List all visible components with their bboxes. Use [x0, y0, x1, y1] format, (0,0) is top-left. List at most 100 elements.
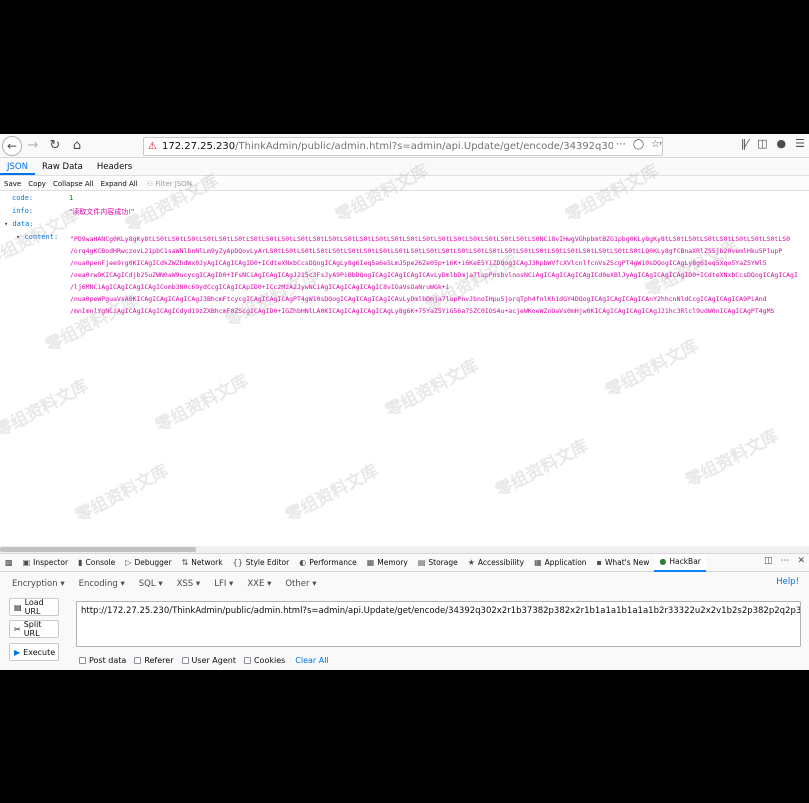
content-line: /lj6MNCiAgICAgICAgICAgIComb3N0c69ydCcgIC…: [70, 283, 450, 291]
storage-icon: ▤: [417, 558, 426, 567]
tab-whats-new[interactable]: ▪ What's New: [592, 554, 655, 572]
json-tree: code: 1 info: "读取文件内容成功!" ▾ data: ▾ cont…: [0, 192, 809, 542]
content-line: "PD9waHANCg0KLy8gKy8tLS0tLS0tLS0tLS0tLS0…: [70, 235, 791, 243]
tab-json[interactable]: JSON: [0, 159, 35, 175]
json-toolbar: Save Copy Collapse All Expand All ⚇ Filt…: [0, 177, 809, 191]
content-line: /orq4gKCBodHRwczovL21pbC1saWNlbnNlLm9yZy…: [70, 247, 783, 255]
user-agent-checkbox[interactable]: User Agent: [181, 656, 236, 665]
tab-headers[interactable]: Headers: [90, 159, 139, 175]
console-icon: ▮: [78, 558, 83, 567]
filter-icon: ⚇: [146, 179, 153, 188]
post-data-checkbox[interactable]: Post data: [79, 656, 126, 665]
save-button[interactable]: Save: [4, 180, 21, 188]
url-path: /ThinkAdmin/public/admin.html?s=admin/ap…: [235, 141, 663, 152]
tab-inspector[interactable]: ▣ Inspector: [18, 554, 74, 572]
menu-encryption[interactable]: Encryption ▾: [12, 579, 65, 589]
menu-encoding[interactable]: Encoding ▾: [79, 579, 125, 589]
hackbar-icon: ●: [659, 557, 667, 566]
clear-all-link[interactable]: Clear All: [295, 656, 328, 665]
filter-json-input[interactable]: ⚇ Filter JSON: [147, 180, 192, 188]
split-url-button[interactable]: ✂ Split URL: [9, 620, 59, 638]
json-key: code:: [12, 194, 34, 202]
toolbar-right: ‖⁄ ◫ ● ☰: [741, 137, 805, 150]
url-textarea[interactable]: http://172.27.25.230/ThinkAdmin/public/a…: [76, 601, 801, 647]
menu-xss[interactable]: XSS ▾: [177, 579, 201, 589]
memory-icon: ▦: [366, 558, 375, 567]
cookies-checkbox[interactable]: Cookies: [243, 656, 285, 665]
menu-sql[interactable]: SQL ▾: [139, 579, 163, 589]
json-row-content[interactable]: ▾ content:: [16, 233, 58, 245]
more-icon[interactable]: ⋯: [616, 139, 626, 150]
content-line: /nua0peWPguaVsA0KICAgICAgICAgICAgJ3BhcmF…: [70, 295, 767, 303]
reload-icon[interactable]: ↻: [44, 135, 66, 157]
tab-performance[interactable]: ◐ Performance: [294, 554, 362, 572]
content-line: /oea0rwOKICAgICdjb25uZWN0aW9ucycgICAgID0…: [70, 271, 798, 279]
menu-other[interactable]: Other ▾: [285, 579, 316, 589]
json-key: info:: [12, 207, 34, 215]
performance-icon: ◐: [299, 558, 307, 567]
caret-down-icon: ▾: [120, 579, 125, 589]
sidebar-icon[interactable]: ◫: [757, 137, 767, 150]
url-bar[interactable]: ⚠ 172.27.25.230 /ThinkAdmin/public/admin…: [143, 137, 663, 156]
navigation-bar: ← → ↻ ⌂ ⚠ 172.27.25.230 /ThinkAdmin/publ…: [0, 134, 809, 158]
dock-icon[interactable]: ◫: [764, 556, 773, 566]
execute-button[interactable]: ▶ Execute: [9, 643, 59, 661]
devtools-tabs: ▩ ▣ Inspector ▮ Console ▷ Debugger ⇅ Network…: [0, 553, 809, 572]
style-editor-icon: {}: [232, 558, 243, 567]
caret-down-icon: ▾: [312, 579, 317, 589]
tab-raw-data[interactable]: Raw Data: [35, 159, 90, 175]
load-url-button[interactable]: ▤ Load URL: [9, 598, 59, 616]
tab-storage[interactable]: ▤ Storage: [413, 554, 463, 572]
insecure-lock-icon[interactable]: ⚠: [148, 141, 157, 152]
devtools-controls: ◫ ⋯ ✕: [764, 556, 805, 566]
whats-new-icon: ▪: [596, 558, 602, 567]
scissors-icon: ✂: [14, 624, 21, 634]
expand-arrow-icon[interactable]: ▾: [16, 233, 20, 241]
debugger-icon: ▷: [125, 558, 132, 567]
caret-down-icon: ▾: [158, 579, 163, 589]
json-row-data[interactable]: ▾ data:: [4, 220, 34, 232]
devtools-panel: ▩ ▣ Inspector ▮ Console ▷ Debugger ⇅ Network…: [0, 553, 809, 670]
home-icon[interactable]: ⌂: [66, 135, 88, 157]
tab-application[interactable]: ▦ Application: [529, 554, 591, 572]
copy-button[interactable]: Copy: [28, 180, 46, 188]
menu-icon[interactable]: ☰: [795, 137, 805, 150]
accessibility-icon: ★: [467, 558, 475, 567]
tab-console[interactable]: ▮ Console: [73, 554, 120, 572]
forward-icon[interactable]: →: [22, 135, 44, 157]
tab-accessibility[interactable]: ★ Accessibility: [463, 554, 529, 572]
caret-down-icon: ▾: [267, 579, 272, 589]
expand-all-button[interactable]: Expand All: [101, 180, 138, 188]
content-line: /mnImnlYgNCiAgICAgICAgICAgICdyd19zZXBhcm…: [70, 307, 775, 315]
caret-down-icon: ▾: [195, 579, 201, 589]
expand-arrow-icon[interactable]: ▾: [4, 220, 8, 228]
load-icon: ▤: [14, 602, 22, 612]
more-icon[interactable]: ⋯: [780, 556, 789, 566]
bookmark-star-icon[interactable]: ☆: [651, 139, 660, 150]
json-row-code[interactable]: code: 1: [12, 194, 73, 206]
tab-style-editor[interactable]: {} Style Editor: [228, 554, 295, 572]
json-row-info[interactable]: info: "读取文件内容成功!": [12, 207, 134, 219]
hackbar-options: Post data Referer User Agent Cookies Cle…: [79, 656, 329, 665]
tab-network[interactable]: ⇅ Network: [177, 554, 228, 572]
devtools-pick-icon[interactable]: ▩: [0, 554, 18, 572]
library-icon[interactable]: ‖⁄: [741, 137, 748, 150]
collapse-all-button[interactable]: Collapse All: [53, 180, 94, 188]
account-icon[interactable]: ●: [777, 137, 787, 150]
pocket-icon[interactable]: ◯: [633, 139, 644, 150]
menu-lfi[interactable]: LFI ▾: [214, 579, 233, 589]
scrollbar-thumb[interactable]: [0, 547, 196, 552]
json-number: 1: [69, 194, 74, 202]
horizontal-scrollbar[interactable]: [0, 546, 809, 553]
menu-xxe[interactable]: XXE ▾: [247, 579, 271, 589]
tab-hackbar[interactable]: ● HackBar: [654, 553, 706, 572]
referer-checkbox[interactable]: Referer: [134, 656, 174, 665]
tab-memory[interactable]: ▦ Memory: [362, 554, 413, 572]
back-icon[interactable]: ←: [2, 135, 22, 156]
tab-debugger[interactable]: ▷ Debugger: [120, 554, 176, 572]
close-icon[interactable]: ✕: [797, 556, 805, 566]
network-icon: ⇅: [181, 558, 189, 567]
help-link[interactable]: Help!: [776, 577, 799, 587]
json-viewer-tabs: JSON Raw Data Headers: [0, 159, 809, 176]
caret-down-icon: ▾: [229, 579, 234, 589]
